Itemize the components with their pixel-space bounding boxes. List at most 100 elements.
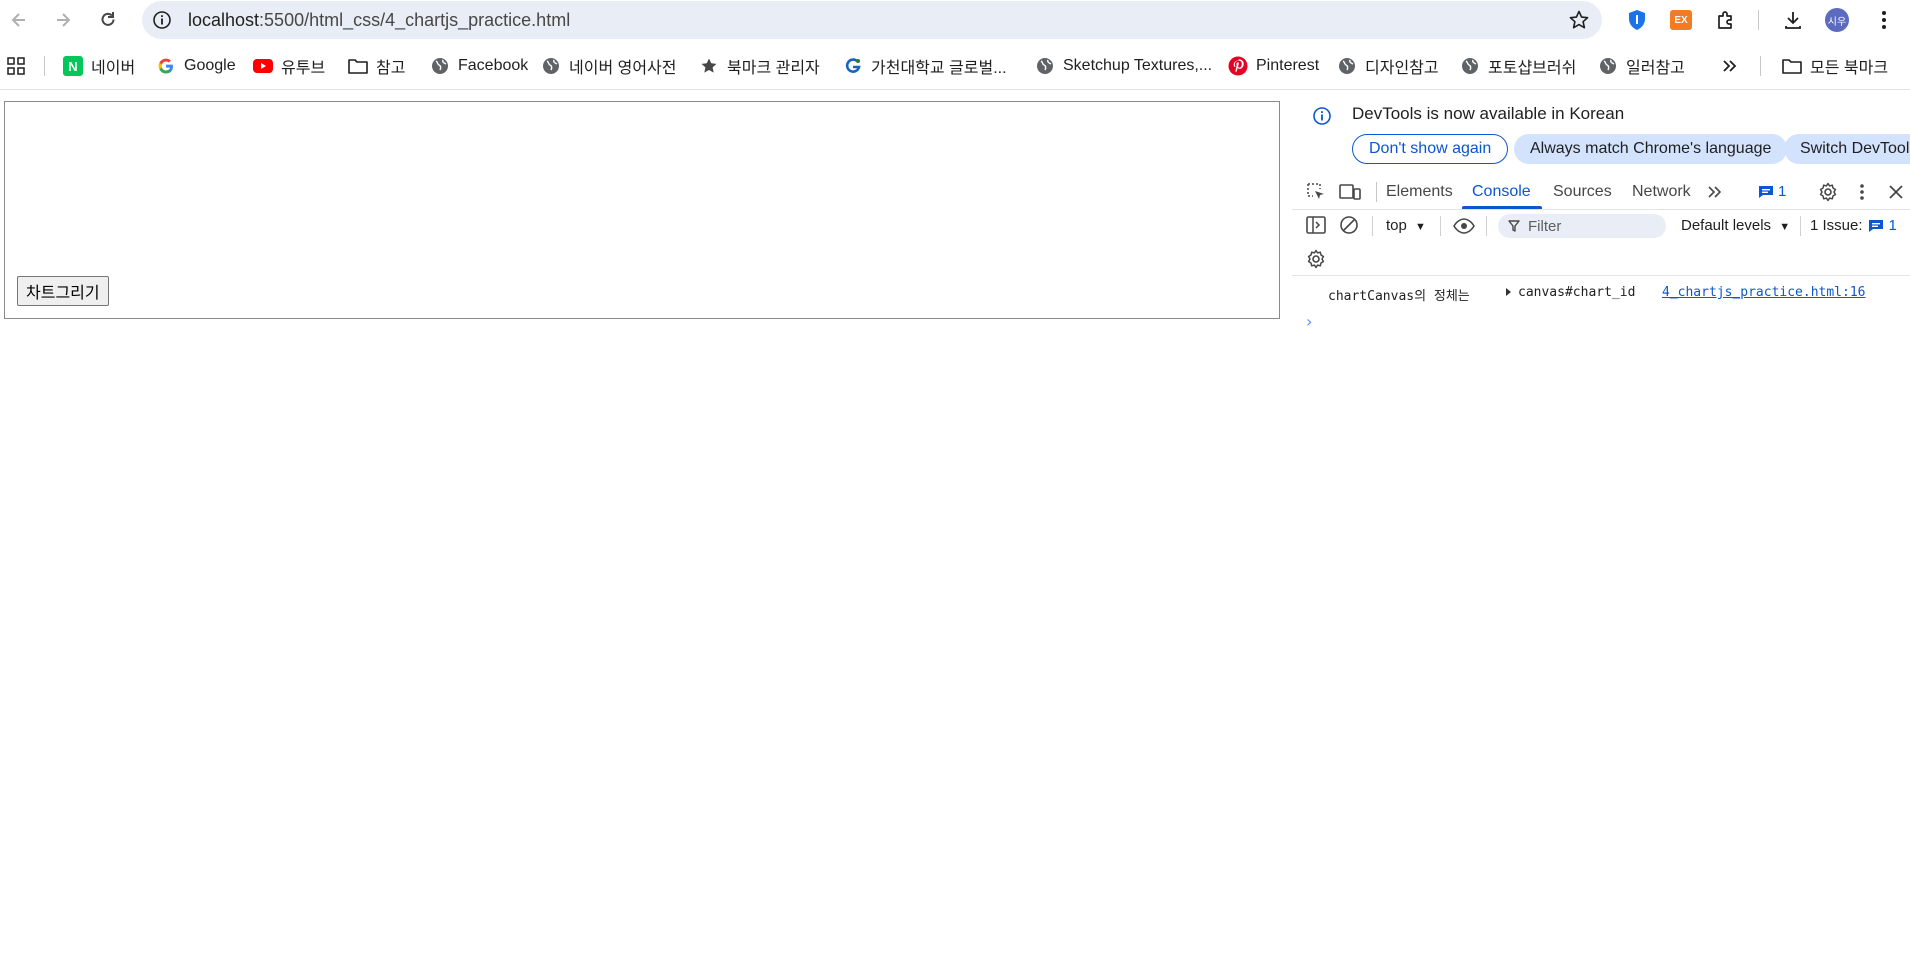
bookmark-gachon[interactable]: 가천대학교 글로벌... bbox=[843, 54, 1007, 78]
log-message: chartCanvas의 정체는 bbox=[1328, 289, 1470, 304]
all-bookmarks-folder[interactable]: 모든 북마크 bbox=[1782, 54, 1888, 78]
notice-text: DevTools is now available in Korean bbox=[1352, 104, 1625, 123]
console-settings-icon[interactable] bbox=[1304, 248, 1328, 270]
profile-avatar[interactable]: 시우 bbox=[1824, 7, 1850, 33]
back-button[interactable] bbox=[3, 4, 35, 36]
reload-button[interactable] bbox=[92, 4, 124, 36]
bookmark-youtube[interactable]: 유투브 bbox=[253, 54, 325, 78]
sidebar-toggle-icon[interactable] bbox=[1304, 214, 1328, 236]
clear-console-icon[interactable] bbox=[1337, 214, 1361, 236]
issues-counter[interactable]: 1 Issue: 1 bbox=[1810, 217, 1897, 234]
close-devtools-icon[interactable] bbox=[1884, 181, 1908, 203]
address-bar[interactable]: localhost:5500/html_css/4_chartjs_practi… bbox=[142, 1, 1602, 39]
extensions-puzzle-icon[interactable] bbox=[1713, 7, 1739, 33]
message-icon bbox=[1868, 219, 1883, 232]
naver-icon: N bbox=[63, 56, 83, 76]
live-expression-eye-icon[interactable] bbox=[1452, 215, 1476, 237]
context-selector[interactable]: top ▼ bbox=[1386, 217, 1426, 234]
bookmark-label: Pinterest bbox=[1256, 57, 1320, 74]
chrome-menu-icon[interactable] bbox=[1871, 7, 1897, 33]
globe-icon bbox=[1035, 56, 1055, 76]
globe-icon bbox=[1598, 56, 1618, 76]
ex-extension-label: EX bbox=[1670, 10, 1692, 30]
issue-label: 1 Issue: bbox=[1810, 217, 1863, 234]
bookmark-folder-reference[interactable]: 참고 bbox=[348, 54, 405, 78]
bookmark-label: 참고 bbox=[376, 60, 406, 77]
profile-initials: 시우 bbox=[1825, 8, 1849, 32]
bookmarks-overflow-icon[interactable] bbox=[1722, 54, 1738, 78]
issues-badge[interactable]: 1 bbox=[1758, 183, 1786, 200]
bookmark-pinterest[interactable]: Pinterest bbox=[1228, 54, 1319, 78]
tab-network[interactable]: Network bbox=[1632, 183, 1691, 201]
bookmark-google[interactable]: Google bbox=[156, 54, 236, 78]
console-prompt-icon[interactable]: › bbox=[1306, 312, 1312, 331]
console-divider bbox=[1800, 216, 1801, 236]
youtube-icon bbox=[253, 56, 273, 76]
bookmark-label: Google bbox=[184, 57, 236, 74]
bookmark-label: 네이버 bbox=[91, 60, 136, 77]
forward-button[interactable] bbox=[47, 4, 79, 36]
bookmark-label: 북마크 관리자 bbox=[727, 60, 820, 77]
console-filter-input[interactable]: Filter bbox=[1498, 214, 1666, 238]
forward-arrow-icon bbox=[57, 13, 71, 27]
bookmark-label: 네이버 영어사전 bbox=[569, 60, 677, 77]
devtools-panel: DevTools is now available in Korean Don'… bbox=[1292, 90, 1910, 955]
bookmark-label: 일러참고 bbox=[1626, 60, 1685, 77]
globe-icon bbox=[541, 56, 561, 76]
bookmark-label: 모든 북마크 bbox=[1810, 60, 1889, 77]
bookmark-label: Sketchup Textures,... bbox=[1063, 57, 1213, 74]
bookmark-design-reference[interactable]: 디자인참고 bbox=[1337, 54, 1439, 78]
inspect-element-icon[interactable] bbox=[1304, 181, 1328, 203]
devtools-settings-icon[interactable] bbox=[1816, 181, 1840, 203]
more-tabs-icon[interactable] bbox=[1703, 181, 1727, 203]
draw-chart-button[interactable]: 차트그리기 bbox=[17, 276, 109, 306]
tab-sources[interactable]: Sources bbox=[1553, 183, 1612, 201]
bookmark-illustrator-reference[interactable]: 일러참고 bbox=[1598, 54, 1685, 78]
site-info-icon[interactable] bbox=[152, 10, 172, 30]
bookmark-star-icon[interactable] bbox=[1568, 9, 1590, 31]
bookmark-sketchup[interactable]: Sketchup Textures,... bbox=[1035, 54, 1212, 78]
toolbar-divider bbox=[1758, 10, 1759, 30]
filter-funnel-icon bbox=[1508, 220, 1520, 232]
apps-grid-icon[interactable] bbox=[7, 54, 25, 78]
tab-elements[interactable]: Elements bbox=[1386, 183, 1453, 201]
download-icon[interactable] bbox=[1780, 7, 1806, 33]
ex-extension-icon[interactable]: EX bbox=[1668, 7, 1694, 33]
caret-down-icon: ▼ bbox=[1779, 221, 1791, 233]
bookmark-naver[interactable]: N 네이버 bbox=[63, 54, 135, 78]
issue-count: 1 bbox=[1888, 217, 1897, 234]
devtools-tab-bar: Elements Console Sources Network 1 bbox=[1292, 174, 1910, 210]
context-value: top bbox=[1386, 217, 1407, 234]
devtools-language-notice: DevTools is now available in Korean Don'… bbox=[1292, 90, 1910, 172]
bookmark-manager[interactable]: 북마크 관리자 bbox=[699, 54, 820, 78]
expand-triangle-icon[interactable] bbox=[1506, 288, 1511, 296]
globe-icon bbox=[1337, 56, 1357, 76]
console-divider bbox=[1440, 216, 1441, 236]
match-language-button[interactable]: Always match Chrome's language bbox=[1514, 134, 1788, 164]
google-icon bbox=[156, 56, 176, 76]
caret-down-icon: ▼ bbox=[1415, 221, 1426, 233]
log-object[interactable]: canvas#chart_id bbox=[1518, 285, 1635, 300]
tabs-divider bbox=[1376, 182, 1377, 202]
url-path: :5500/html_css/4_chartjs_practice.html bbox=[259, 10, 571, 30]
log-source-link[interactable]: 4_chartjs_practice.html:16 bbox=[1662, 285, 1866, 300]
bookmark-facebook[interactable]: Facebook bbox=[430, 54, 528, 78]
pinterest-icon bbox=[1228, 56, 1248, 76]
shield-extension-icon[interactable] bbox=[1624, 7, 1650, 33]
tab-console[interactable]: Console bbox=[1472, 183, 1531, 201]
console-log-entry: chartCanvas의 정체는 canvas#chart_id 4_chart… bbox=[1292, 278, 1910, 306]
dont-show-again-button[interactable]: Don't show again bbox=[1352, 134, 1509, 164]
bookmark-photoshop-brush[interactable]: 포토샵브러쉬 bbox=[1460, 54, 1576, 78]
reload-icon bbox=[101, 12, 115, 26]
bookmarks-divider bbox=[1760, 56, 1761, 76]
bookmark-naver-dictionary[interactable]: 네이버 영어사전 bbox=[541, 54, 677, 78]
devtools-menu-icon[interactable] bbox=[1850, 181, 1874, 203]
log-levels-dropdown[interactable]: Default levels ▼ bbox=[1681, 217, 1790, 234]
console-toolbar: top ▼ Filter Default levels ▼ 1 Issue: 1 bbox=[1292, 210, 1910, 242]
device-toolbar-icon[interactable] bbox=[1338, 181, 1362, 203]
page-viewport: 차트그리기 bbox=[0, 90, 1290, 955]
url-host: localhost bbox=[188, 10, 260, 30]
switch-devtools-button[interactable]: Switch DevTools bbox=[1784, 134, 1910, 164]
url-text[interactable]: localhost:5500/html_css/4_chartjs_practi… bbox=[188, 10, 570, 31]
issues-count: 1 bbox=[1778, 183, 1787, 200]
